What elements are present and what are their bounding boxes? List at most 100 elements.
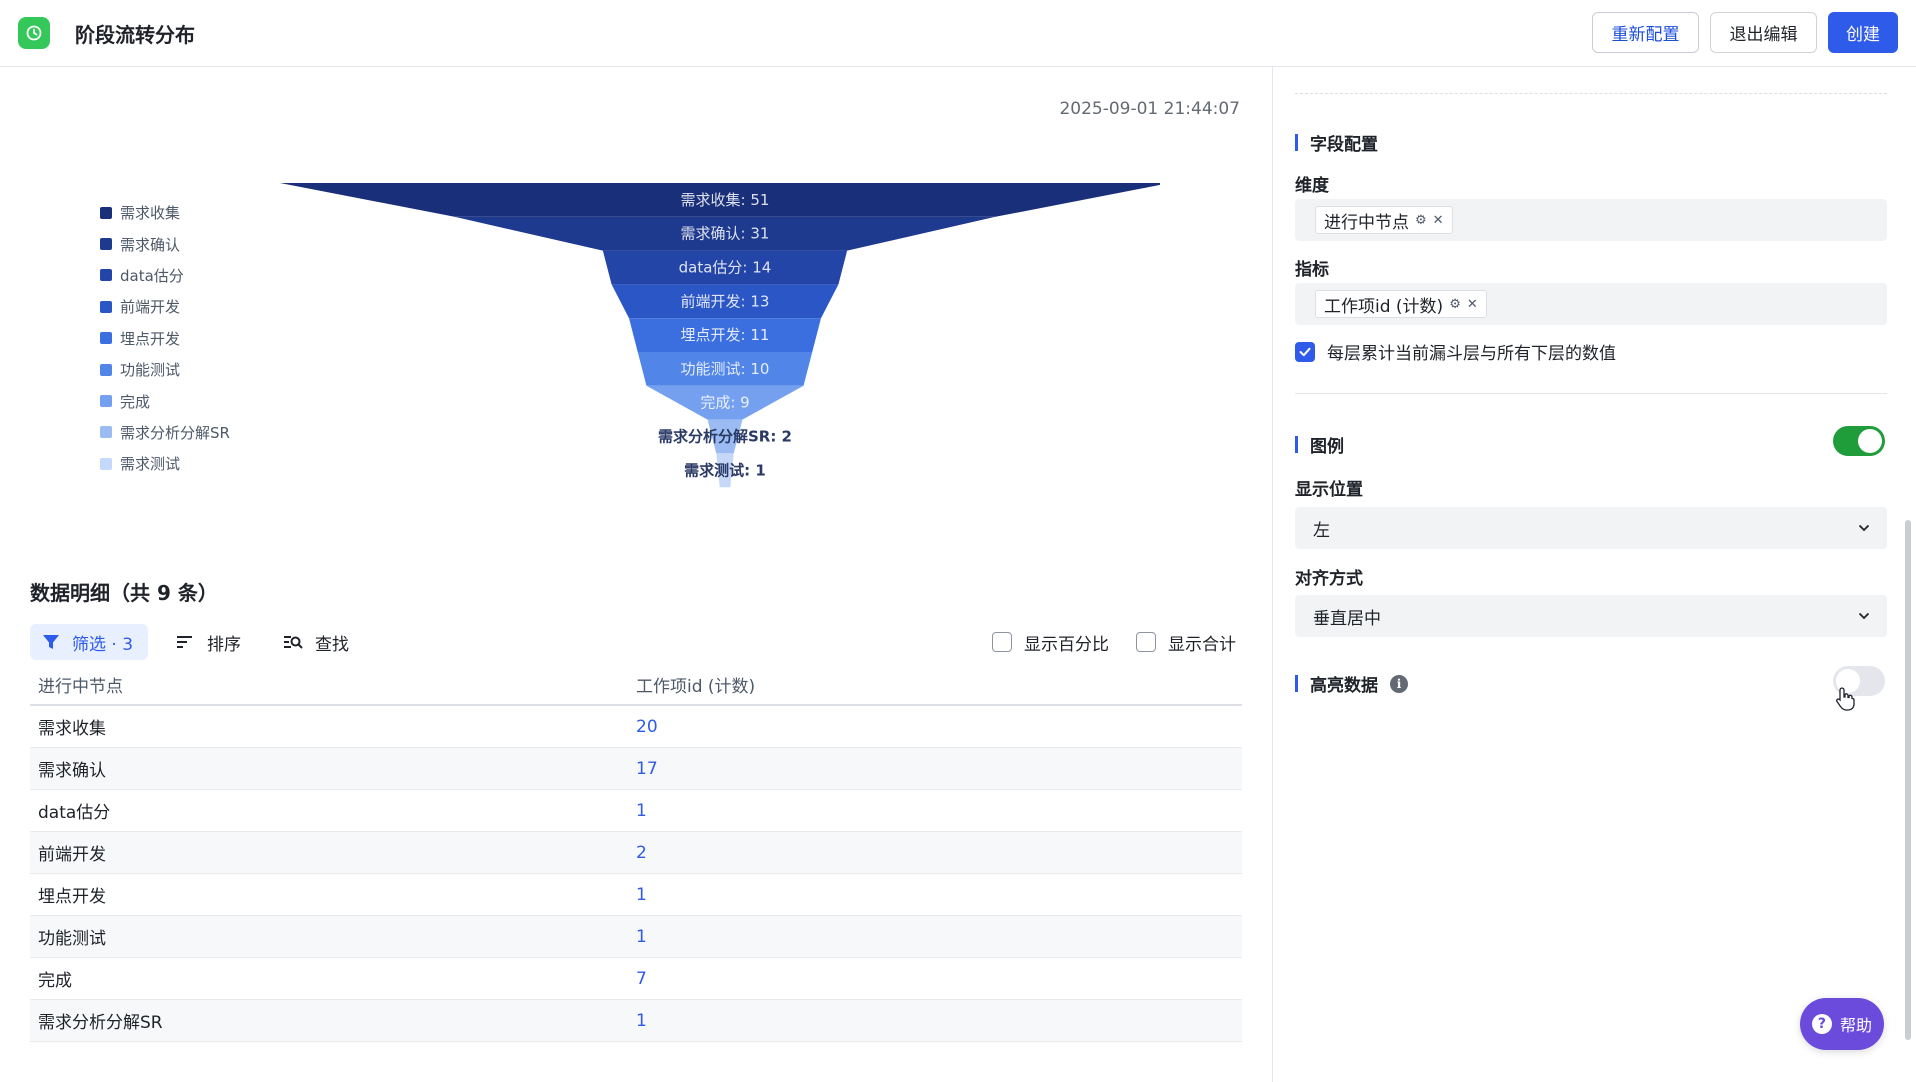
- metric-tag-text: 工作项id (计数): [1324, 296, 1444, 317]
- gear-icon[interactable]: ⚙: [1415, 213, 1427, 228]
- table-row[interactable]: 需求确认 17: [30, 748, 1242, 790]
- create-button[interactable]: 创建: [1828, 12, 1898, 53]
- chevron-down-icon: [1859, 613, 1869, 620]
- cell-count[interactable]: 2: [636, 843, 1242, 863]
- help-button[interactable]: ? 帮助: [1800, 998, 1884, 1050]
- funnel-data-label: 需求分析分解SR: 2: [658, 428, 792, 446]
- cell-count[interactable]: 7: [636, 969, 1242, 989]
- metric-tag[interactable]: 工作项id (计数) ⚙ ✕: [1315, 290, 1487, 318]
- update-timestamp: 2025-09-01 21:44:07: [1059, 99, 1240, 119]
- find-button[interactable]: 查找: [283, 624, 349, 660]
- legend-swatch: [100, 300, 112, 313]
- chart-legend: 需求收集需求确认 data估分前端开发埋点开发功能测试完成需求分析分解SR 需求测试: [100, 197, 230, 480]
- cell-count[interactable]: 1: [636, 801, 1242, 821]
- table-row[interactable]: 需求收集 20: [30, 706, 1242, 748]
- legend-swatch: [100, 206, 112, 219]
- funnel-data-label: 功能测试: 10: [681, 360, 770, 378]
- position-value: 左: [1313, 520, 1330, 541]
- sort-button[interactable]: 排序: [175, 624, 241, 660]
- close-icon[interactable]: ✕: [1467, 297, 1478, 312]
- column-header-node[interactable]: 进行中节点: [30, 672, 636, 697]
- legend-label: 需求收集: [120, 204, 181, 223]
- align-value: 垂直居中: [1313, 608, 1381, 629]
- cell-count[interactable]: 1: [636, 1011, 1242, 1031]
- legend-label: data估分: [120, 266, 184, 285]
- hand-pointer-cursor-icon: [1836, 687, 1855, 711]
- legend-toggle[interactable]: [1833, 426, 1885, 456]
- find-icon: [284, 636, 303, 649]
- cell-node: 前端开发: [38, 845, 106, 865]
- chevron-down-icon: [1859, 525, 1869, 532]
- table-row[interactable]: 埋点开发 1: [30, 874, 1242, 916]
- table-row[interactable]: 完成 7: [30, 958, 1242, 1000]
- page-title: 阶段流转分布: [75, 23, 195, 47]
- metric-field[interactable]: 工作项id (计数) ⚙ ✕: [1295, 283, 1887, 325]
- checkbox-unchecked-icon: [992, 632, 1012, 652]
- filter-label: 筛选 · 3: [72, 634, 134, 655]
- funnel-data-label: 完成: 9: [700, 394, 749, 412]
- table-toolbar: 筛选 · 3 排序 查找 显示百分比 显示合计: [30, 624, 1242, 660]
- table-row[interactable]: 功能测试 1: [30, 916, 1242, 958]
- cell-node: 需求确认: [38, 761, 106, 781]
- info-icon[interactable]: i: [1390, 674, 1408, 693]
- cell-node: 需求收集: [38, 719, 106, 739]
- table-row[interactable]: 前端开发 2: [30, 832, 1242, 874]
- legend-item[interactable]: 需求测试: [100, 448, 230, 479]
- filter-button[interactable]: 筛选 · 3: [30, 624, 148, 660]
- align-select[interactable]: 垂直居中: [1295, 595, 1887, 637]
- funnel-data-label: 需求确认: 31: [681, 225, 770, 243]
- legend-item[interactable]: 需求分析分解SR: [100, 417, 230, 448]
- legend-label: 需求测试: [120, 455, 181, 474]
- show-percent-checkbox[interactable]: 显示百分比: [992, 624, 1109, 660]
- legend-label: 需求分析分解SR: [120, 423, 230, 442]
- legend-item[interactable]: 埋点开发: [100, 323, 230, 354]
- funnel-data-label: 前端开发: 13: [681, 292, 770, 310]
- show-total-checkbox[interactable]: 显示合计: [1136, 624, 1236, 660]
- data-table: 进行中节点 工作项id (计数) 需求收集 20 需求确认 17 data估分 1 前端开发…: [30, 664, 1242, 1042]
- align-label: 对齐方式: [1295, 569, 1363, 589]
- cell-count[interactable]: 17: [636, 759, 1242, 779]
- highlight-heading: 高亮数据 i: [1295, 671, 1408, 696]
- funnel-data-label: data估分: 14: [679, 259, 772, 277]
- cell-node: 埋点开发: [38, 887, 106, 907]
- funnel-data-label: 需求收集: 51: [681, 191, 770, 209]
- legend-item[interactable]: 需求收集: [100, 197, 230, 228]
- cell-count[interactable]: 1: [636, 927, 1242, 947]
- checkbox-unchecked-icon: [1136, 632, 1156, 652]
- accumulate-checkbox[interactable]: 每层累计当前漏斗层与所有下层的数值: [1295, 339, 1616, 364]
- legend-label: 功能测试: [120, 361, 181, 380]
- legend-item[interactable]: 功能测试: [100, 354, 230, 385]
- help-label: 帮助: [1839, 1016, 1872, 1035]
- data-detail-title: 数据明细（共 9 条）: [30, 581, 218, 605]
- exit-edit-button[interactable]: 退出编辑: [1710, 12, 1817, 53]
- legend-item[interactable]: 完成: [100, 385, 230, 416]
- panel-scrollbar[interactable]: [1905, 520, 1911, 1040]
- legend-swatch: [100, 363, 112, 376]
- dimension-field[interactable]: 进行中节点 ⚙ ✕: [1295, 199, 1887, 241]
- legend-label: 需求确认: [120, 235, 181, 254]
- table-row[interactable]: 需求分析分解SR 1: [30, 1000, 1242, 1042]
- position-select[interactable]: 左: [1295, 507, 1887, 549]
- accumulate-label: 每层累计当前漏斗层与所有下层的数值: [1327, 344, 1616, 364]
- legend-item[interactable]: 需求确认: [100, 228, 230, 259]
- close-icon[interactable]: ✕: [1433, 213, 1444, 228]
- table-row[interactable]: data估分 1: [30, 790, 1242, 832]
- cell-count[interactable]: 1: [636, 885, 1242, 905]
- legend-label: 埋点开发: [120, 329, 181, 348]
- funnel-data-label: 需求测试: 1: [684, 461, 766, 479]
- panel-divider: [1295, 93, 1887, 94]
- cell-count[interactable]: 20: [636, 717, 1242, 737]
- legend-label: 完成: [120, 392, 151, 411]
- find-label: 查找: [315, 634, 349, 655]
- config-panel: 字段配置 维度 进行中节点 ⚙ ✕ 指标 工作项id (计数) ⚙ ✕ 每层累计…: [1272, 67, 1916, 1082]
- dimension-tag[interactable]: 进行中节点 ⚙ ✕: [1315, 206, 1453, 234]
- gear-icon[interactable]: ⚙: [1449, 297, 1461, 312]
- legend-heading: 图例: [1295, 432, 1344, 457]
- legend-item[interactable]: data估分: [100, 260, 230, 291]
- main-content: 2025-09-01 21:44:07 需求收集 需求确认 data估分 前端开发 埋点…: [0, 67, 1272, 1082]
- column-header-count[interactable]: 工作项id (计数): [636, 672, 1242, 697]
- legend-item[interactable]: 前端开发: [100, 291, 230, 322]
- cell-node: 功能测试: [38, 929, 106, 949]
- header-bar: 阶段流转分布 重新配置 退出编辑 创建: [0, 0, 1916, 67]
- reconfigure-button[interactable]: 重新配置: [1592, 12, 1699, 53]
